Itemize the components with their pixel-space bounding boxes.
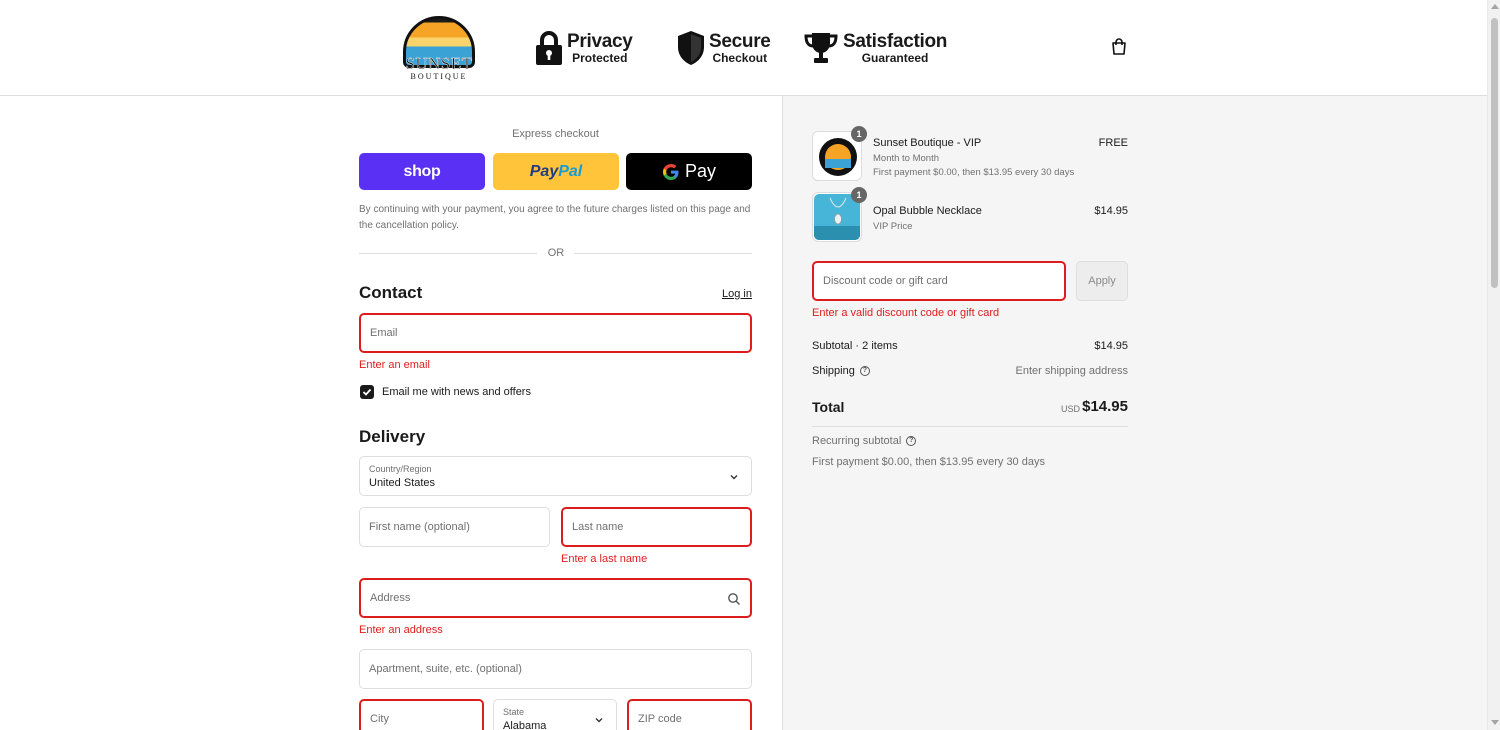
paypal-label-a: Pay [529, 162, 559, 180]
shipping-label: Shipping ? [812, 365, 870, 377]
quantity-badge: 1 [851, 187, 867, 203]
summary-divider [812, 426, 1128, 427]
total-label: Total [812, 399, 845, 415]
secure-checkout-badge: Secure Checkout [677, 28, 771, 68]
or-divider-right [574, 253, 752, 254]
city-placeholder: City [370, 713, 389, 725]
discount-error: Enter a valid discount code or gift card [812, 307, 1000, 319]
quantity-badge: 1 [851, 126, 867, 142]
express-checkout-label: Express checkout [512, 128, 599, 140]
country-value: United States [369, 477, 436, 489]
recurring-subtotal-label: Recurring subtotal ? [812, 435, 917, 447]
help-icon[interactable]: ? [859, 366, 870, 376]
scroll-down-arrow-icon[interactable] [1491, 720, 1499, 725]
google-pay-button[interactable]: Pay [626, 153, 752, 190]
shipping-label-text: Shipping [812, 365, 855, 377]
first-name-placeholder: First name (optional) [369, 521, 470, 533]
item-name: Sunset Boutique - VIP [873, 137, 982, 149]
apartment-placeholder: Apartment, suite, etc. (optional) [369, 663, 522, 675]
shipping-value: Enter shipping address [1015, 365, 1128, 377]
item-sub: VIP Price [873, 221, 913, 232]
newsletter-checkbox[interactable] [360, 385, 374, 399]
logo-sub: BOUTIQUE [410, 72, 468, 81]
zip-placeholder: ZIP code [638, 713, 682, 725]
badge-big: Satisfaction [843, 31, 948, 52]
apply-discount-button[interactable]: Apply [1076, 261, 1128, 301]
last-name-error: Enter a last name [561, 553, 648, 565]
shield-icon [678, 31, 704, 65]
search-icon [728, 593, 740, 605]
or-divider-text: OR [547, 247, 565, 259]
item-name: Opal Bubble Necklace [873, 205, 982, 217]
address-field[interactable]: Address [359, 578, 752, 618]
state-select[interactable]: State Alabama [493, 699, 617, 730]
scroll-up-arrow-icon[interactable] [1491, 4, 1499, 9]
last-name-placeholder: Last name [572, 521, 624, 533]
google-pay-label: Pay [684, 161, 717, 181]
city-field[interactable]: City [359, 699, 484, 730]
total-currency: USD [1061, 404, 1081, 414]
badge-small: Checkout [712, 51, 768, 65]
country-select[interactable]: Country/Region United States [359, 456, 752, 496]
item-sub: First payment $0.00, then $13.95 every 3… [873, 167, 1075, 178]
last-name-field[interactable]: Last name [561, 507, 752, 547]
badge-small: Protected [572, 51, 628, 65]
subtotal-label-text: Subtotal · 2 items [812, 340, 898, 352]
first-name-field[interactable]: First name (optional) [359, 507, 550, 547]
checkmark-icon [362, 388, 372, 396]
email-error: Enter an email [359, 359, 430, 371]
subtotal-label: Subtotal · 2 items [812, 340, 898, 352]
discount-code-field[interactable]: Discount code or gift card [812, 261, 1066, 301]
recurring-label-text: Recurring subtotal [812, 435, 902, 447]
item-price: $14.95 [1094, 205, 1128, 217]
contact-heading: Contact [359, 283, 423, 302]
site-header: SUNSET BOUTIQUE Privacy Protected Secure… [0, 0, 1487, 96]
logo-word: SUNSET [405, 54, 473, 73]
help-icon[interactable]: ? [906, 436, 917, 446]
chevron-down-icon [730, 475, 738, 480]
privacy-protected-badge: Privacy Protected [535, 28, 633, 68]
shop-pay-label: shop [403, 162, 441, 180]
login-link[interactable]: Log in [722, 288, 752, 300]
shopping-bag-icon[interactable] [1110, 38, 1128, 56]
discount-placeholder: Discount code or gift card [823, 275, 948, 287]
google-g-icon [662, 163, 679, 180]
padlock-icon [536, 31, 562, 65]
delivery-heading: Delivery [359, 427, 426, 446]
item-price: FREE [1098, 137, 1128, 149]
total-value: $14.95 [1082, 398, 1128, 415]
satisfaction-guaranteed-badge: Satisfaction Guaranteed [803, 28, 947, 68]
paypal-label-b: Pal [558, 162, 583, 180]
country-label: Country/Region [369, 464, 432, 474]
subtotal-value: $14.95 [1094, 340, 1128, 352]
badge-small: Guaranteed [861, 51, 929, 65]
newsletter-label: Email me with news and offers [382, 386, 531, 398]
scrollbar-thumb[interactable] [1491, 18, 1498, 288]
chevron-down-icon [595, 718, 603, 723]
badge-big: Privacy [567, 31, 633, 52]
item-thumbnail-necklace: 1 [812, 187, 867, 242]
email-field[interactable]: Email [359, 313, 752, 353]
item-thumbnail-vip: 1 [812, 126, 867, 181]
page-scrollbar[interactable] [1487, 0, 1500, 730]
sunset-boutique-logo[interactable]: SUNSET BOUTIQUE [397, 16, 481, 82]
address-placeholder: Address [370, 592, 411, 604]
paypal-button[interactable]: Pay Pal [493, 153, 619, 190]
zip-field[interactable]: ZIP code [627, 699, 752, 730]
address-error: Enter an address [359, 624, 443, 636]
or-divider-left [359, 253, 537, 254]
recurring-value-text: First payment $0.00, then $13.95 every 3… [812, 456, 1045, 468]
item-sub: Month to Month [873, 153, 940, 164]
apartment-field[interactable]: Apartment, suite, etc. (optional) [359, 649, 752, 689]
state-value: Alabama [503, 720, 547, 730]
order-summary-panel [782, 96, 1487, 730]
state-label: State [503, 707, 525, 717]
agreement-text: By continuing with your payment, you agr… [359, 204, 751, 231]
trophy-icon [804, 33, 838, 63]
badge-big: Secure [709, 31, 771, 52]
email-placeholder: Email [370, 327, 398, 339]
shop-pay-button[interactable]: shop [359, 153, 485, 190]
recurring-subtotal-value: First payment $0.00, then $13.95 every 3… [812, 456, 1045, 468]
